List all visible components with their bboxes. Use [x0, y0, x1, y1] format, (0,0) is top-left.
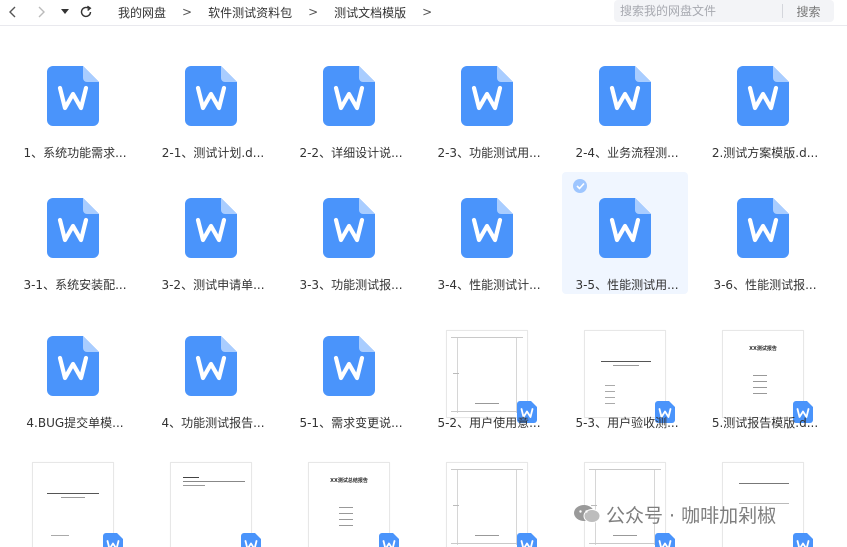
file-item[interactable]: 3-3、功能测试报...: [286, 172, 412, 294]
refresh-icon: [80, 5, 92, 18]
watermark-text: 公众号 · 咖啡加剁椒: [606, 504, 777, 527]
file-item[interactable]: 5-3、用户验收测...: [562, 310, 688, 432]
wechat-icon: [574, 505, 601, 523]
file-item[interactable]: 7、售后维护记录...: [424, 442, 550, 547]
file-name: 5-1、需求变更说...: [299, 416, 403, 430]
document-thumbnail: [446, 462, 537, 547]
file-item[interactable]: 1、系统功能需求...: [10, 40, 136, 162]
file-name: 3-5、性能测试用...: [575, 278, 679, 292]
file-name: 3-2、测试申请单...: [161, 278, 265, 292]
file-item[interactable]: 3-2、测试申请单...: [148, 172, 274, 294]
word-document-icon: [323, 336, 375, 396]
word-document-icon: [323, 66, 375, 126]
chevron-left-icon: [9, 6, 16, 18]
breadcrumb-separator: >: [422, 5, 433, 19]
file-item[interactable]: 2.测试方案模版.d...: [700, 40, 826, 162]
search-box: 搜索: [614, 0, 834, 22]
document-thumbnail: XX测试总结报告: [308, 462, 399, 547]
caret-down-icon: [61, 9, 69, 14]
breadcrumb-item-my-drive[interactable]: 我的网盘: [110, 4, 174, 21]
word-document-icon: [185, 336, 237, 396]
word-document-icon: [185, 198, 237, 258]
word-document-icon: [47, 66, 99, 126]
file-name: 2-1、测试计划.d...: [161, 146, 265, 160]
back-button[interactable]: [4, 3, 22, 21]
file-name: 3-6、性能测试报...: [713, 278, 817, 292]
document-thumbnail: [446, 330, 537, 423]
document-thumbnail: XX测试报告: [722, 330, 813, 423]
file-item[interactable]: 5-2、用户使用意...: [424, 310, 550, 432]
word-document-icon: [47, 198, 99, 258]
file-item[interactable]: XX项目需求设计...: [562, 442, 688, 547]
thumbnail-title: XX测试报告: [749, 346, 777, 352]
document-thumbnail: [170, 462, 261, 547]
word-badge-icon: [517, 533, 537, 547]
word-badge-icon: [103, 533, 123, 547]
forward-button[interactable]: [32, 3, 50, 21]
file-item[interactable]: 表单验证模板.d...: [700, 442, 826, 547]
file-name: 5.测试报告模版.d...: [711, 416, 819, 430]
file-name: 3-1、系统安装配...: [23, 278, 127, 292]
search-button[interactable]: 搜索: [783, 3, 834, 20]
file-item[interactable]: 2-2、详细设计说...: [286, 40, 412, 162]
breadcrumb-item-test-pack[interactable]: 软件测试资料包: [200, 4, 300, 21]
file-item[interactable]: 2-3、功能测试用...: [424, 40, 550, 162]
word-document-icon: [461, 66, 513, 126]
search-input[interactable]: [614, 1, 782, 21]
word-badge-icon: [655, 533, 675, 547]
file-item[interactable]: XX测试总结报告6.测试总结报告...: [286, 442, 412, 547]
file-name: 5-3、用户验收测...: [575, 416, 679, 430]
word-document-icon: [599, 66, 651, 126]
watermark: 公众号 · 咖啡加剁椒: [572, 500, 776, 528]
file-item[interactable]: 3-6、性能测试报...: [700, 172, 826, 294]
file-name: 2-2、详细设计说...: [299, 146, 403, 160]
breadcrumb-separator: >: [308, 5, 319, 19]
history-dropdown[interactable]: [58, 3, 72, 21]
file-item[interactable]: 3-1、系统安装配...: [10, 172, 136, 294]
file-item[interactable]: 3-5、性能测试用...: [562, 172, 688, 294]
file-name: 3-3、功能测试报...: [299, 278, 403, 292]
file-name: 2-3、功能测试用...: [437, 146, 541, 160]
file-item[interactable]: 4、功能测试报告...: [148, 310, 274, 432]
top-toolbar: 我的网盘 > 软件测试资料包 > 测试文档模版 > 搜索: [0, 0, 847, 26]
word-document-icon: [185, 66, 237, 126]
breadcrumb: 我的网盘 > 软件测试资料包 > 测试文档模版 >: [110, 0, 440, 24]
file-name: 5-2、用户使用意...: [437, 416, 541, 430]
refresh-button[interactable]: [76, 3, 96, 21]
word-document-icon: [737, 198, 789, 258]
file-item[interactable]: 6-2、系统用户使...: [148, 442, 274, 547]
file-name: 4、功能测试报告...: [161, 416, 265, 430]
word-document-icon: [323, 198, 375, 258]
file-item[interactable]: 2-4、业务流程测...: [562, 40, 688, 162]
file-name: 3-4、性能测试计...: [437, 278, 541, 292]
file-name: 2-4、业务流程测...: [575, 146, 679, 160]
file-name: 1、系统功能需求...: [23, 146, 127, 160]
selected-check-icon[interactable]: [573, 179, 587, 193]
file-item[interactable]: 3-4、性能测试计...: [424, 172, 550, 294]
chevron-right-icon: [38, 6, 45, 18]
word-document-icon: [461, 198, 513, 258]
document-thumbnail: [32, 462, 123, 547]
file-name: 2.测试方案模版.d...: [711, 146, 819, 160]
word-document-icon: [737, 66, 789, 126]
word-badge-icon: [793, 533, 813, 547]
document-thumbnail: [584, 330, 675, 423]
breadcrumb-item-templates[interactable]: 测试文档模版: [326, 4, 414, 21]
file-item[interactable]: 5-1、需求变更说...: [286, 310, 412, 432]
thumbnail-title: XX测试总结报告: [330, 478, 368, 484]
file-item[interactable]: 4.BUG提交单模...: [10, 310, 136, 432]
file-item[interactable]: XX测试报告 5.测试报告模版.d...: [700, 310, 826, 432]
word-document-icon: [47, 336, 99, 396]
word-badge-icon: [241, 533, 261, 547]
file-item[interactable]: 6-1、产品发布说...: [10, 442, 136, 547]
word-document-icon: [599, 198, 651, 258]
word-badge-icon: [379, 533, 399, 547]
breadcrumb-separator: >: [182, 5, 193, 19]
file-item[interactable]: 2-1、测试计划.d...: [148, 40, 274, 162]
file-name: 4.BUG提交单模...: [26, 416, 124, 430]
